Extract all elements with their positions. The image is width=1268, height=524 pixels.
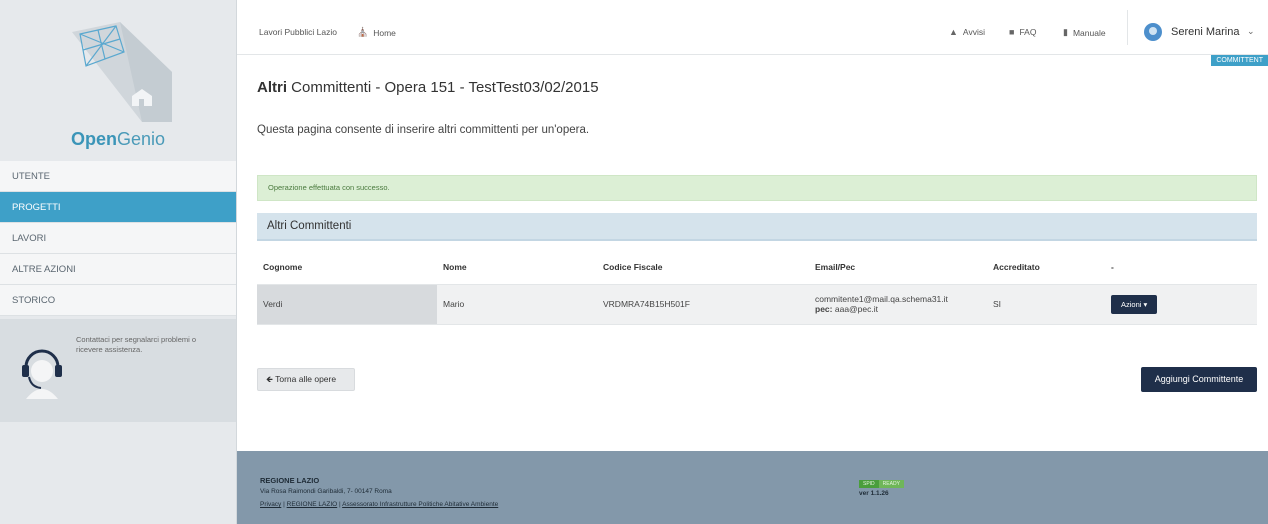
footer-title: REGIONE LAZIO — [260, 476, 320, 485]
version-label: ver 1.1.26 — [859, 490, 889, 497]
support-box: Contattaci per segnalarci problemi o ric… — [0, 319, 236, 422]
column-header-actions: - — [1111, 261, 1114, 272]
opengenio-logo-icon — [72, 22, 172, 122]
app-logo-text: OpenGenio — [70, 129, 166, 149]
manuale-link[interactable]: ▮ Manuale — [1063, 27, 1106, 38]
home-icon: ⛪ — [357, 27, 369, 37]
avatar[interactable] — [1144, 23, 1162, 41]
back-to-works-button[interactable]: 🡸 Torna alle opere — [257, 368, 355, 391]
home-label: Home — [373, 27, 396, 38]
email-value: commitente1@mail.qa.schema31.it — [815, 294, 948, 304]
privacy-link[interactable]: Privacy — [260, 501, 281, 508]
sidebar-item-altre-azioni[interactable]: ALTRE AZIONI — [0, 254, 236, 285]
avvisi-label: Avvisi — [962, 27, 985, 37]
table-row: Verdi Mario VRDMRA74B15H501F commitente1… — [257, 283, 1257, 325]
sidebar-item-utente[interactable]: UTENTE — [0, 161, 236, 192]
cell-actions: Azioni ▾ — [1105, 283, 1257, 325]
chevron-down-icon[interactable]: ⌄ — [1247, 26, 1255, 37]
arrow-left-icon: 🡸 — [266, 374, 273, 384]
cell-email: commitente1@mail.qa.schema31.it pec: aaa… — [809, 283, 987, 325]
column-header-codice-fiscale: Codice Fiscale — [603, 261, 663, 272]
pec-value: pec: aaa@pec.it — [815, 304, 878, 314]
spid-badge: SPID READY — [859, 480, 904, 488]
support-text: Contattaci per segnalarci problemi o ric… — [76, 335, 197, 354]
faq-label: FAQ — [1019, 27, 1037, 37]
main-content: Altri Committenti - Opera 151 - TestTest… — [237, 56, 1268, 451]
book-icon: ▮ — [1063, 27, 1068, 37]
avvisi-link[interactable]: ▲ Avvisi — [949, 27, 985, 37]
add-committente-button[interactable]: Aggiungi Committente — [1141, 367, 1257, 392]
table-header-row: Cognome Nome Codice Fiscale Email/Pec Ac… — [257, 250, 1257, 284]
footer: REGIONE LAZIO Via Rosa Raimondi Garibald… — [237, 451, 1268, 524]
footer-links: Privacy | REGIONE LAZIO | Assessorato In… — [260, 501, 499, 508]
logo-area: OpenGenio — [0, 0, 236, 160]
page-description: Questa pagina consente di inserire altri… — [257, 124, 590, 136]
sidebar-item-storico[interactable]: STORICO — [0, 285, 236, 316]
committenti-table: Cognome Nome Codice Fiscale Email/Pec Ac… — [257, 250, 1257, 325]
manuale-label: Manuale — [1072, 27, 1106, 38]
assessorato-link[interactable]: Assessorato Infrastrutture Politiche Abi… — [342, 501, 498, 508]
breadcrumb-site[interactable]: Lavori Pubblici Lazio — [259, 27, 337, 37]
sidebar-menu: UTENTE PROGETTI LAVORI ALTRE AZIONI STOR… — [0, 161, 236, 316]
headset-icon — [22, 349, 62, 399]
topbar-divider — [1127, 10, 1128, 45]
column-header-nome: Nome — [443, 261, 467, 272]
cell-accreditato: SI — [987, 283, 1105, 325]
cell-nome: Mario — [437, 283, 597, 325]
column-header-cognome: Cognome — [263, 261, 303, 272]
sidebar-item-progetti[interactable]: PROGETTI — [0, 192, 236, 223]
azioni-dropdown-button[interactable]: Azioni ▾ — [1111, 294, 1158, 314]
column-header-email: Email/Pec — [815, 261, 856, 272]
comment-icon: ■ — [1009, 27, 1015, 37]
sidebar: OpenGenio UTENTE PROGETTI LAVORI ALTRE A… — [0, 0, 237, 524]
sidebar-item-lavori[interactable]: LAVORI — [0, 223, 236, 254]
bell-icon: ▲ — [949, 27, 958, 37]
topbar: Lavori Pubblici Lazio ⛪ Home ▲ Avvisi ■ … — [237, 0, 1268, 66]
success-alert: Operazione effettuata con successo. — [257, 175, 1257, 201]
panel-title: Altri Committenti — [257, 213, 1257, 241]
page-title: Altri Committenti - Opera 151 - TestTest… — [257, 79, 599, 96]
regione-lazio-link[interactable]: REGIONE LAZIO — [287, 501, 338, 508]
faq-link[interactable]: ■ FAQ — [1009, 27, 1036, 37]
user-name[interactable]: Sereni Marina — [1171, 26, 1239, 38]
cell-codice-fiscale: VRDMRA74B15H501F — [597, 283, 809, 325]
column-header-accreditato: Accreditato — [993, 261, 1040, 272]
caret-down-icon: ▾ — [1143, 299, 1148, 309]
home-link[interactable]: ⛪ Home — [357, 27, 396, 38]
cell-cognome: Verdi — [257, 283, 437, 325]
footer-address: Via Rosa Raimondi Garibaldi, 7- 00147 Ro… — [260, 488, 392, 495]
